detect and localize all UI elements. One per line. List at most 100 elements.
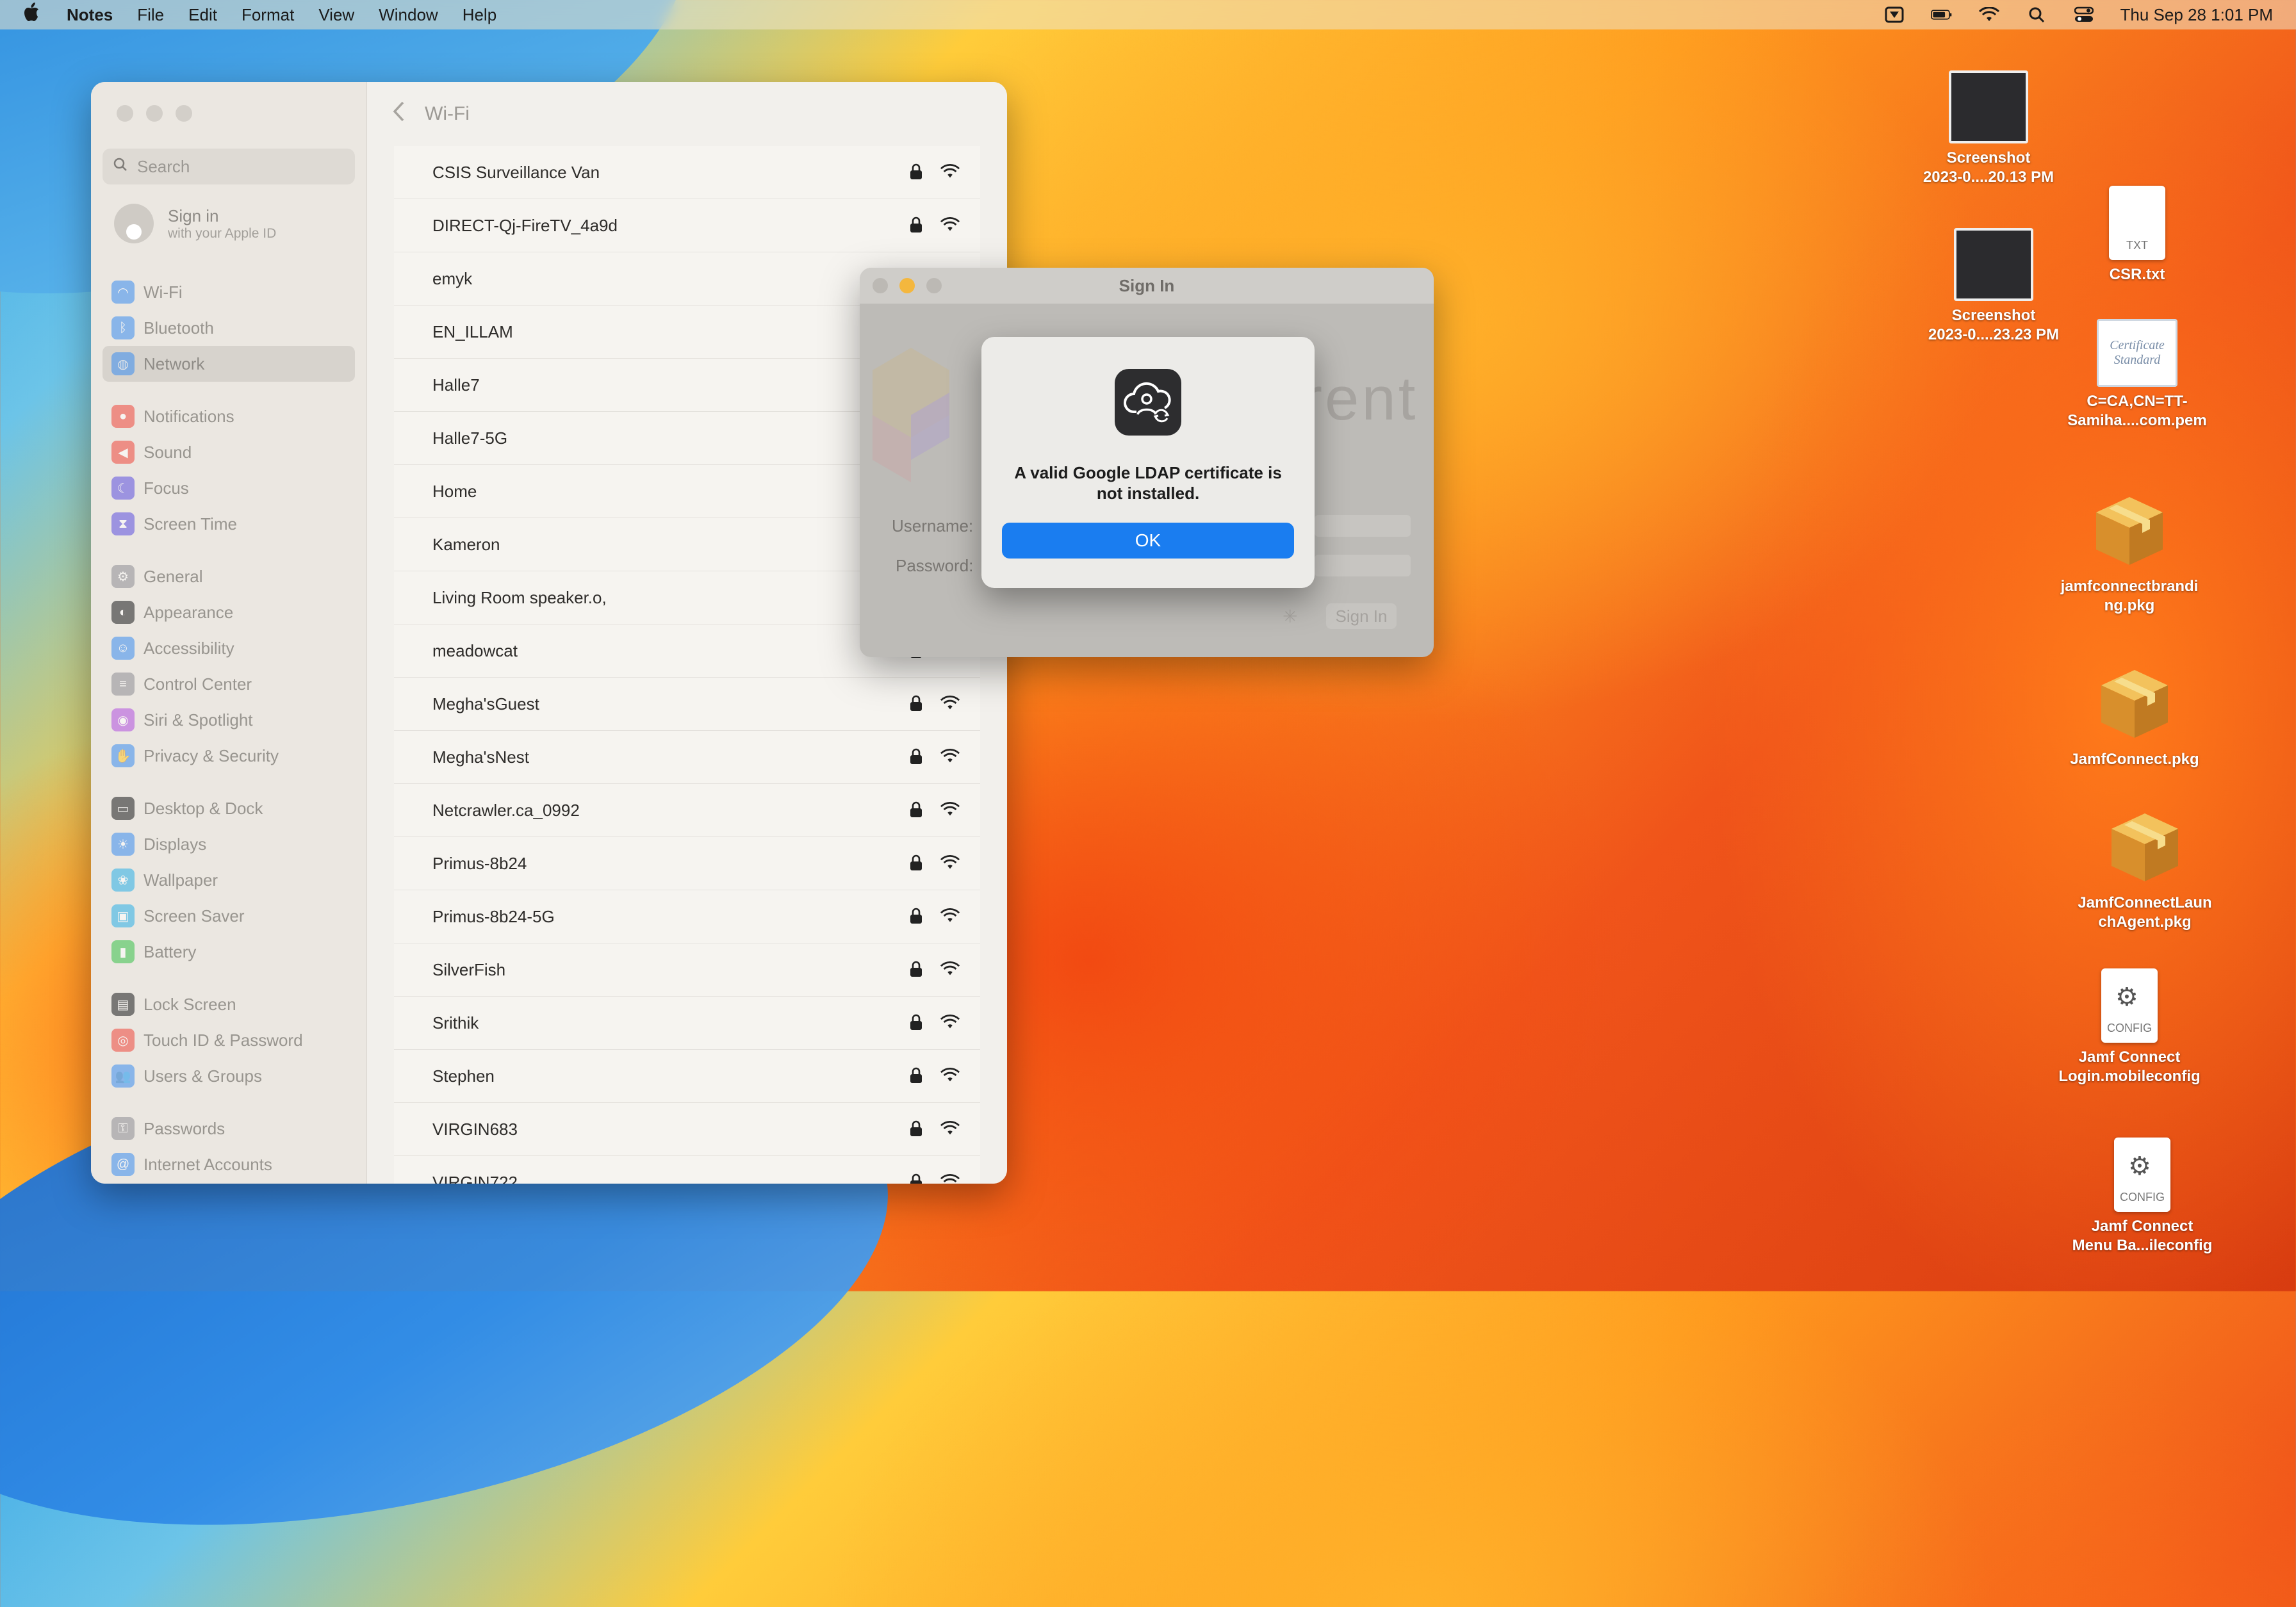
network-row[interactable]: Srithik [394, 997, 980, 1050]
sidebar-item-internet-accounts[interactable]: @ Internet Accounts [102, 1146, 355, 1182]
desktop-icon[interactable]: JamfConnectLaun chAgent.pkg [2068, 810, 2222, 932]
signin-subtitle: with your Apple ID [168, 225, 277, 241]
sidebar-item-users-groups[interactable]: 👥 Users & Groups [102, 1058, 355, 1094]
loading-spinner-icon: ✳ [1283, 607, 1298, 626]
desktop-icon[interactable]: ⚙ CONFIG Jamf Connect Menu Ba...ileconfig [2065, 1138, 2219, 1255]
network-row[interactable]: Primus-8b24 [394, 837, 980, 890]
file-type-tag: TXT [2126, 239, 2148, 252]
sidebar-item-bluetooth[interactable]: ᛒ Bluetooth [102, 310, 355, 346]
network-row[interactable]: SilverFish [394, 943, 980, 997]
menu-edit[interactable]: Edit [188, 5, 217, 25]
zoom-button[interactable] [926, 278, 942, 293]
desktop-icon[interactable]: ⚙ CONFIG Jamf Connect Login.mobileconfig [2053, 968, 2206, 1086]
desktop-icon[interactable]: Screenshot 2023-0....23.23 PM [1917, 228, 2070, 345]
sidebar-group: ● Notifications ◀ Sound ☾ Focus ⧗ Screen Time [102, 398, 355, 542]
sidebar-item-sound[interactable]: ◀ Sound [102, 434, 355, 470]
network-row[interactable]: CSIS Surveillance Van [394, 146, 980, 199]
desktop-icon-label: Screenshot 2023-0....23.23 PM [1928, 307, 2060, 343]
network-name: Home [432, 481, 477, 501]
menu-format[interactable]: Format [242, 5, 294, 25]
signin-button[interactable]: Sign In [1326, 603, 1397, 629]
sidebar-item-wi-fi[interactable]: ◠ Wi-Fi [102, 274, 355, 310]
sidebar-item-accessibility[interactable]: ☺ Accessibility [102, 630, 355, 666]
battery-status-icon[interactable] [1930, 6, 1953, 23]
lock-icon [910, 961, 925, 979]
cloud-user-sync-icon [1115, 369, 1181, 436]
sidebar-item-network[interactable]: ◍ Network [102, 346, 355, 382]
network-row[interactable]: Netcrawler.ca_0992 [394, 784, 980, 837]
zoom-button[interactable] [176, 105, 192, 122]
sidebar-item-label: Desktop & Dock [144, 798, 263, 818]
package-icon [2091, 493, 2168, 572]
sidebar-item-displays[interactable]: ☀ Displays [102, 826, 355, 862]
sidebar-item-screen-saver[interactable]: ▣ Screen Saver [102, 898, 355, 934]
sidebar-item-battery[interactable]: ▮ Battery [102, 934, 355, 970]
menu-file[interactable]: File [137, 5, 164, 25]
wifi-signal-icon [940, 164, 961, 181]
desktop-icon[interactable]: Certificate Standard C=CA,CN=TT- Samiha..… [2060, 319, 2214, 430]
network-row[interactable]: VIRGIN722 [394, 1156, 980, 1184]
close-button[interactable] [873, 278, 888, 293]
network-row[interactable]: Megha'sNest [394, 731, 980, 784]
sidebar-item-focus[interactable]: ☾ Focus [102, 470, 355, 506]
sidebar-item-lock-screen[interactable]: ▤ Lock Screen [102, 986, 355, 1022]
settings-search-input[interactable]: Search [102, 149, 355, 184]
minimize-button[interactable] [899, 278, 915, 293]
desktop-icon[interactable]: jamfconnectbrandi ng.pkg [2053, 493, 2206, 616]
network-name: emyk [432, 268, 473, 288]
sidebar-item-label: Displays [144, 834, 207, 854]
gear-icon: ⚙ [111, 565, 135, 588]
desktop-icon-label: CSR.txt [2109, 266, 2165, 283]
menu-window[interactable]: Window [379, 5, 438, 25]
search-icon [113, 157, 128, 177]
network-row[interactable]: VIRGIN683 [394, 1103, 980, 1156]
sidebar-item-touch-id-password[interactable]: ◎ Touch ID & Password [102, 1022, 355, 1058]
brand-text: rent [1302, 364, 1418, 433]
username-field[interactable] [1315, 515, 1411, 537]
minimize-button[interactable] [146, 105, 163, 122]
network-row[interactable]: Primus-8b24-5G [394, 890, 980, 943]
lock-icon [910, 695, 925, 713]
sidebar-item-screen-time[interactable]: ⧗ Screen Time [102, 506, 355, 542]
network-row[interactable]: Megha'sGuest [394, 678, 980, 731]
desktop-icon-label: Jamf Connect Menu Ba...ileconfig [2072, 1218, 2213, 1254]
apple-menu-icon[interactable] [23, 3, 42, 27]
jamf-menu-icon[interactable] [1883, 6, 1905, 23]
close-button[interactable] [117, 105, 133, 122]
sidebar-item-general[interactable]: ⚙ General [102, 559, 355, 594]
wifi-status-icon[interactable] [1978, 6, 2000, 23]
screenshot-thumbnail-icon [1949, 70, 2028, 143]
desktop-icon[interactable]: Screenshot 2023-0....20.13 PM [1912, 70, 2065, 187]
sidebar-item-control-center[interactable]: ≡ Control Center [102, 666, 355, 702]
desktop-icon-label: Jamf Connect Login.mobileconfig [2058, 1048, 2201, 1085]
dock-icon: ▭ [111, 797, 135, 820]
desktop-icon[interactable]: JamfConnect.pkg [2058, 666, 2211, 769]
apple-id-signin[interactable]: Sign in with your Apple ID [114, 204, 276, 243]
sidebar-item-passwords[interactable]: ⚿ Passwords [102, 1111, 355, 1146]
globe-icon: ◍ [111, 352, 135, 375]
sidebar-item-siri-spotlight[interactable]: ◉ Siri & Spotlight [102, 702, 355, 738]
sidebar-item-label: Battery [144, 942, 197, 961]
desktop-icon[interactable]: TXT CSR.txt [2060, 186, 2214, 284]
back-chevron-icon[interactable] [391, 101, 406, 128]
menu-app-name[interactable]: Notes [67, 5, 113, 25]
sidebar-item-label: Wi-Fi [144, 282, 183, 302]
menu-help[interactable]: Help [463, 5, 496, 25]
sidebar-item-wallpaper[interactable]: ❀ Wallpaper [102, 862, 355, 898]
menu-clock[interactable]: Thu Sep 28 1:01 PM [2120, 5, 2273, 25]
ok-button[interactable]: OK [1002, 523, 1294, 559]
network-row[interactable]: DIRECT-Qj-FireTV_4a9d [394, 199, 980, 252]
sidebar-item-desktop-dock[interactable]: ▭ Desktop & Dock [102, 790, 355, 826]
menu-view[interactable]: View [318, 5, 354, 25]
network-row[interactable]: Stephen [394, 1050, 980, 1103]
config-file-icon: ⚙ CONFIG [2101, 968, 2158, 1043]
sidebar-item-notifications[interactable]: ● Notifications [102, 398, 355, 434]
lock-icon [910, 801, 925, 819]
spotlight-search-icon[interactable] [2026, 6, 2047, 23]
sidebar-item-appearance[interactable]: ◐ Appearance [102, 594, 355, 630]
control-center-icon[interactable] [2073, 6, 2095, 23]
password-field[interactable] [1315, 555, 1411, 576]
sidebar-item-privacy-security[interactable]: ✋ Privacy & Security [102, 738, 355, 774]
wallpaper-icon: ❀ [111, 869, 135, 892]
network-name: Megha'sGuest [432, 694, 539, 714]
